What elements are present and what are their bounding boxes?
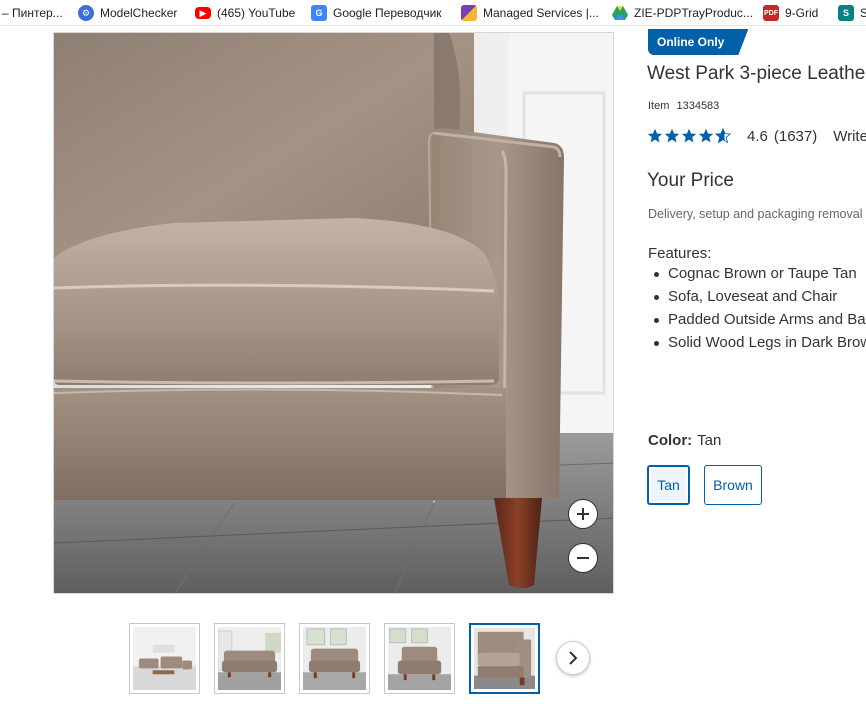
half-star-icon <box>715 128 731 144</box>
zoom-out-button[interactable] <box>568 543 598 573</box>
chair-room-thumbnail <box>388 627 451 690</box>
color-selection-label: Color: Tan <box>648 432 721 449</box>
google-translate-icon: G <box>311 5 327 21</box>
bookmark-modelchecker[interactable]: ⚙ ModelChecker <box>78 4 177 22</box>
star-icon <box>647 128 663 143</box>
zoom-in-button[interactable] <box>568 499 598 529</box>
delivery-note: Delivery, setup and packaging removal <box>648 207 863 221</box>
write-review-link[interactable]: Write <box>833 128 866 145</box>
sofa-thumbnail <box>218 627 281 690</box>
feature-item: Solid Wood Legs in Dark Brown <box>648 333 866 356</box>
bookmark-zie-pdp[interactable]: ZIE-PDPTrayProduc... <box>612 4 753 22</box>
rating-value: 4.6 <box>747 127 768 145</box>
bookmark-sharepoint[interactable]: S S <box>838 4 866 22</box>
your-price-label: Your Price <box>647 170 734 191</box>
bookmark-label: ZIE-PDPTrayProduc... <box>634 6 753 20</box>
bookmark-youtube[interactable]: ▶ (465) YouTube <box>195 4 295 22</box>
bookmark-9-grid[interactable]: PDF 9-Grid <box>763 4 818 22</box>
feature-item: Padded Outside Arms and Back <box>648 310 866 333</box>
sharepoint-icon: S <box>838 5 854 21</box>
bookmark-pinterest[interactable]: – Пинтер... <box>2 4 63 22</box>
feature-item: Cognac Brown or Taupe Tan <box>648 264 866 287</box>
chevron-right-icon <box>569 651 578 665</box>
chair-closeup-thumbnail <box>474 628 535 689</box>
pdf-icon: PDF <box>763 5 779 21</box>
star-icon <box>664 128 680 143</box>
google-drive-icon <box>612 5 628 21</box>
thumbnail-5[interactable] <box>469 623 540 694</box>
bookmark-label: Google Переводчик <box>333 6 442 20</box>
product-title: West Park 3-piece Leather <box>647 63 866 84</box>
thumbnail-3[interactable] <box>299 623 370 694</box>
rating-stars[interactable] <box>647 128 731 144</box>
next-thumbnail-button[interactable] <box>556 641 590 675</box>
managed-services-icon <box>461 5 477 21</box>
item-number: Item 1334583 <box>648 100 723 112</box>
bookmark-label: 9-Grid <box>785 6 819 20</box>
color-label: Color: <box>648 432 693 449</box>
plus-icon <box>577 508 589 520</box>
armchair-photo <box>54 33 613 593</box>
features-heading: Features: <box>648 245 712 262</box>
loveseat-thumbnail <box>303 627 366 690</box>
bookmark-label: S <box>860 6 866 20</box>
feature-item: Sofa, Loveseat and Chair <box>648 287 866 310</box>
color-selected-value: Tan <box>697 432 722 449</box>
bookmark-label: Managed Services |... <box>483 6 599 20</box>
star-icon <box>681 128 697 143</box>
bookmark-google-translate[interactable]: G Google Переводчик <box>311 4 442 22</box>
rating-count[interactable]: (1637) <box>774 128 817 145</box>
online-only-badge: Online Only <box>648 29 748 55</box>
room-set-thumbnail <box>133 627 196 690</box>
color-option-brown[interactable]: Brown <box>704 465 762 505</box>
color-option-tan[interactable]: Tan <box>647 465 690 505</box>
minus-icon <box>577 557 589 559</box>
item-number-value: 1334583 <box>676 100 720 112</box>
bookmarks-bar: – Пинтер... ⚙ ModelChecker ▶ (465) YouTu… <box>0 0 866 26</box>
bookmark-label: (465) YouTube <box>217 6 296 20</box>
thumbnail-1[interactable] <box>129 623 200 694</box>
item-label: Item <box>648 100 670 112</box>
star-icon <box>698 128 714 143</box>
main-product-image[interactable] <box>53 32 614 594</box>
thumbnail-4[interactable] <box>384 623 455 694</box>
modelchecker-icon: ⚙ <box>78 5 94 21</box>
bookmark-managed-services[interactable]: Managed Services |... <box>461 4 599 22</box>
bookmark-label: ModelChecker <box>100 6 178 20</box>
rating-row: 4.6 (1637) Write <box>647 126 866 146</box>
features-list: Cognac Brown or Taupe Tan Sofa, Loveseat… <box>648 264 866 356</box>
youtube-icon: ▶ <box>195 7 211 19</box>
bookmark-label: – Пинтер... <box>2 6 63 20</box>
thumbnail-2[interactable] <box>214 623 285 694</box>
